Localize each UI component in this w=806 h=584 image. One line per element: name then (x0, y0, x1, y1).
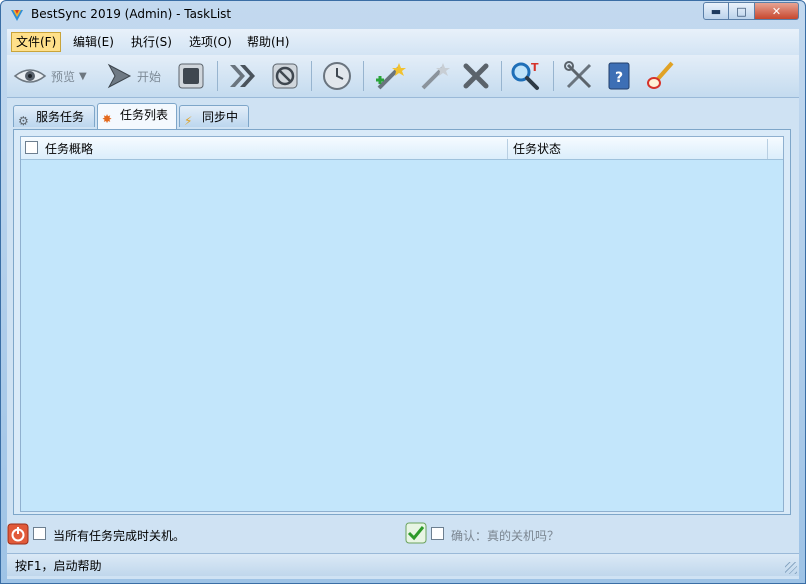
menu-help[interactable]: 帮助(H) (243, 33, 293, 51)
double-chevron-icon (230, 65, 255, 87)
magic-wand-edit-icon (421, 63, 450, 90)
task-list-panel: 任务概略 任务状态 (13, 129, 791, 515)
toolbar-separator (553, 61, 554, 91)
menu-options[interactable]: 选项(O) (185, 33, 236, 51)
tab-label: 同步中 (202, 110, 239, 124)
tab-label: 服务任务 (36, 110, 85, 124)
new-task-button[interactable] (373, 60, 407, 92)
maximize-icon: □ (736, 4, 747, 18)
confirm-checkbox[interactable] (431, 527, 444, 540)
column-header-status[interactable]: 任务状态 (513, 137, 561, 159)
shutdown-label: 当所有任务完成时关机。 (53, 529, 186, 543)
delete-x-icon (463, 63, 489, 89)
select-all-checkbox[interactable] (25, 141, 38, 154)
toolbar-separator (501, 61, 502, 91)
toolbar-separator (311, 61, 312, 91)
tab-label: 任务列表 (120, 108, 169, 122)
resize-grip[interactable] (785, 562, 797, 574)
star-burst-icon: ✸ (102, 112, 113, 126)
preview-label: 预览 (51, 69, 76, 84)
stop-square-icon (178, 63, 204, 89)
minimize-icon: ▬ (710, 4, 722, 18)
close-icon: ✕ (771, 4, 782, 18)
help-book-icon: ? (608, 62, 630, 90)
menu-bar: 文件(F) 编辑(E) 执行(S) 选项(O) 帮助(H) (7, 29, 799, 55)
close-button[interactable]: ✕ (755, 2, 799, 20)
toolbar-separator (217, 61, 218, 91)
edit-task-button[interactable] (417, 60, 451, 92)
shutdown-checkbox[interactable] (33, 527, 46, 540)
tab-syncing[interactable]: ⚡ 同步中 (179, 105, 249, 128)
cancel-button[interactable] (271, 60, 299, 92)
menu-file[interactable]: 文件(F) (11, 32, 62, 52)
minimize-button[interactable]: ▬ (703, 2, 729, 20)
shutdown-options: 当所有任务完成时关机。 确认：真的关机吗？ (7, 521, 799, 547)
skip-button[interactable] (227, 60, 259, 92)
status-text: 按F1，启动帮助 (15, 559, 102, 573)
status-bar: 按F1，启动帮助 (7, 553, 799, 576)
list-header: 任务概略 任务状态 (21, 137, 783, 160)
confirm-label: 确认：真的关机吗？ (451, 529, 560, 543)
magic-wand-add-icon (376, 63, 406, 90)
tools-icon (564, 61, 592, 89)
help-book-button[interactable]: ? (605, 60, 633, 92)
start-button[interactable]: 开始 (105, 60, 161, 92)
window-title: BestSync 2019 (Admin) - TaskList (31, 7, 232, 21)
power-icon (7, 523, 29, 545)
maximize-button[interactable]: □ (729, 2, 755, 20)
tab-task-list[interactable]: ✸ 任务列表 (97, 103, 177, 129)
magnifier-icon: T (511, 61, 539, 90)
play-arrow-icon (107, 63, 132, 89)
prohibit-icon (272, 63, 298, 89)
menu-edit[interactable]: 编辑(E) (69, 33, 118, 51)
brush-icon (647, 61, 674, 89)
dropdown-arrow-icon: ▼ (79, 70, 87, 82)
column-header-summary[interactable]: 任务概略 (45, 137, 93, 159)
client-area: 文件(F) 编辑(E) 执行(S) 选项(O) 帮助(H) 预览 ▼ 开始 T … (7, 29, 799, 579)
toolbar-separator (363, 61, 364, 91)
find-button[interactable]: T (509, 60, 541, 92)
app-window: BestSync 2019 (Admin) - TaskList ▬ □ ✕ 文… (0, 0, 806, 584)
clean-button[interactable] (645, 60, 677, 92)
column-divider[interactable] (507, 139, 508, 159)
bestsync-logo-icon (11, 10, 23, 21)
column-divider[interactable] (767, 139, 768, 159)
stop-button[interactable] (177, 60, 205, 92)
preview-button[interactable]: 预览 ▼ (13, 60, 87, 92)
svg-text:?: ? (615, 70, 623, 86)
toolbar: 预览 ▼ 开始 T ? (7, 55, 799, 98)
schedule-button[interactable] (321, 60, 353, 92)
svg-text:T: T (531, 61, 539, 74)
menu-execute[interactable]: 执行(S) (127, 33, 176, 51)
task-list[interactable]: 任务概略 任务状态 (20, 136, 784, 512)
check-mark-icon (405, 522, 427, 544)
start-label: 开始 (137, 69, 162, 84)
settings-button[interactable] (563, 60, 595, 92)
title-bar[interactable]: BestSync 2019 (Admin) - TaskList ▬ □ ✕ (1, 1, 805, 29)
clock-icon (323, 62, 351, 90)
delete-task-button[interactable] (461, 60, 491, 92)
tab-service-tasks[interactable]: ⚙ 服务任务 (13, 105, 95, 128)
eye-icon (13, 69, 47, 83)
